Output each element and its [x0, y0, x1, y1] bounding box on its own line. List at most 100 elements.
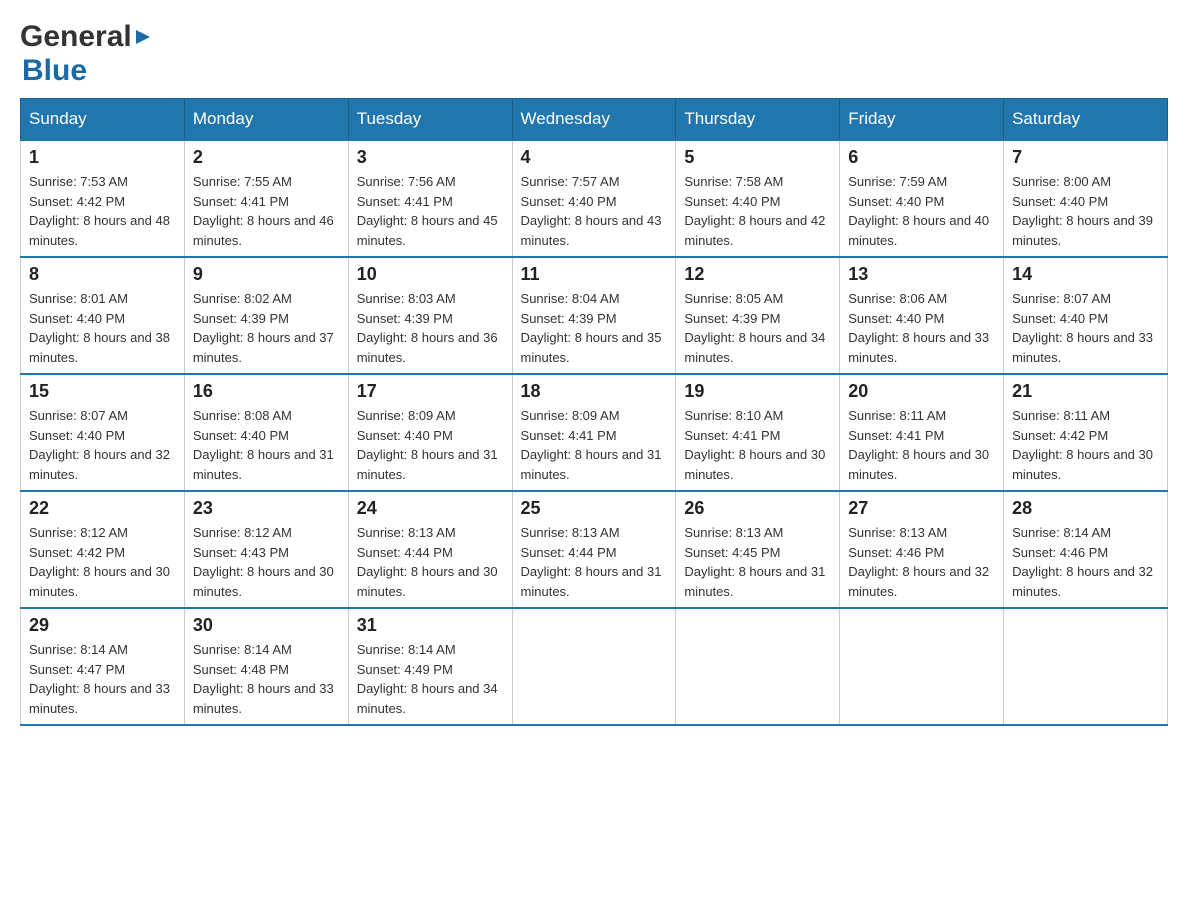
- page-header: General Blue: [20, 20, 1168, 88]
- day-number: 21: [1012, 381, 1159, 402]
- day-info: Sunrise: 7:58 AMSunset: 4:40 PMDaylight:…: [684, 174, 825, 248]
- day-number: 7: [1012, 147, 1159, 168]
- calendar-cell: 24 Sunrise: 8:13 AMSunset: 4:44 PMDaylig…: [348, 491, 512, 608]
- day-info: Sunrise: 8:14 AMSunset: 4:47 PMDaylight:…: [29, 642, 170, 716]
- day-number: 20: [848, 381, 995, 402]
- day-number: 11: [521, 264, 668, 285]
- day-info: Sunrise: 8:02 AMSunset: 4:39 PMDaylight:…: [193, 291, 334, 365]
- week-row-1: 1 Sunrise: 7:53 AMSunset: 4:42 PMDayligh…: [21, 140, 1168, 257]
- day-number: 27: [848, 498, 995, 519]
- day-info: Sunrise: 8:01 AMSunset: 4:40 PMDaylight:…: [29, 291, 170, 365]
- calendar-cell: 23 Sunrise: 8:12 AMSunset: 4:43 PMDaylig…: [184, 491, 348, 608]
- day-info: Sunrise: 8:13 AMSunset: 4:46 PMDaylight:…: [848, 525, 989, 599]
- day-info: Sunrise: 8:10 AMSunset: 4:41 PMDaylight:…: [684, 408, 825, 482]
- calendar-cell: 18 Sunrise: 8:09 AMSunset: 4:41 PMDaylig…: [512, 374, 676, 491]
- day-info: Sunrise: 8:00 AMSunset: 4:40 PMDaylight:…: [1012, 174, 1153, 248]
- calendar-cell: 12 Sunrise: 8:05 AMSunset: 4:39 PMDaylig…: [676, 257, 840, 374]
- day-info: Sunrise: 8:09 AMSunset: 4:40 PMDaylight:…: [357, 408, 498, 482]
- day-info: Sunrise: 7:57 AMSunset: 4:40 PMDaylight:…: [521, 174, 662, 248]
- day-number: 9: [193, 264, 340, 285]
- calendar-cell: 8 Sunrise: 8:01 AMSunset: 4:40 PMDayligh…: [21, 257, 185, 374]
- day-number: 15: [29, 381, 176, 402]
- calendar-cell: [1004, 608, 1168, 725]
- calendar-cell: 10 Sunrise: 8:03 AMSunset: 4:39 PMDaylig…: [348, 257, 512, 374]
- calendar-cell: [512, 608, 676, 725]
- day-number: 4: [521, 147, 668, 168]
- calendar-cell: 25 Sunrise: 8:13 AMSunset: 4:44 PMDaylig…: [512, 491, 676, 608]
- day-info: Sunrise: 8:07 AMSunset: 4:40 PMDaylight:…: [1012, 291, 1153, 365]
- day-info: Sunrise: 8:03 AMSunset: 4:39 PMDaylight:…: [357, 291, 498, 365]
- calendar-cell: 5 Sunrise: 7:58 AMSunset: 4:40 PMDayligh…: [676, 140, 840, 257]
- day-number: 16: [193, 381, 340, 402]
- day-number: 10: [357, 264, 504, 285]
- calendar-cell: 4 Sunrise: 7:57 AMSunset: 4:40 PMDayligh…: [512, 140, 676, 257]
- day-info: Sunrise: 7:59 AMSunset: 4:40 PMDaylight:…: [848, 174, 989, 248]
- day-info: Sunrise: 8:12 AMSunset: 4:43 PMDaylight:…: [193, 525, 334, 599]
- calendar-cell: 19 Sunrise: 8:10 AMSunset: 4:41 PMDaylig…: [676, 374, 840, 491]
- calendar-cell: 7 Sunrise: 8:00 AMSunset: 4:40 PMDayligh…: [1004, 140, 1168, 257]
- calendar-cell: 31 Sunrise: 8:14 AMSunset: 4:49 PMDaylig…: [348, 608, 512, 725]
- calendar-cell: 16 Sunrise: 8:08 AMSunset: 4:40 PMDaylig…: [184, 374, 348, 491]
- day-info: Sunrise: 8:07 AMSunset: 4:40 PMDaylight:…: [29, 408, 170, 482]
- calendar-cell: 1 Sunrise: 7:53 AMSunset: 4:42 PMDayligh…: [21, 140, 185, 257]
- day-number: 2: [193, 147, 340, 168]
- day-number: 17: [357, 381, 504, 402]
- calendar-cell: 6 Sunrise: 7:59 AMSunset: 4:40 PMDayligh…: [840, 140, 1004, 257]
- day-number: 18: [521, 381, 668, 402]
- weekday-header-monday: Monday: [184, 99, 348, 141]
- calendar-cell: 14 Sunrise: 8:07 AMSunset: 4:40 PMDaylig…: [1004, 257, 1168, 374]
- calendar-cell: 9 Sunrise: 8:02 AMSunset: 4:39 PMDayligh…: [184, 257, 348, 374]
- day-info: Sunrise: 8:04 AMSunset: 4:39 PMDaylight:…: [521, 291, 662, 365]
- calendar-cell: [676, 608, 840, 725]
- logo: General Blue: [20, 20, 152, 88]
- calendar-cell: 29 Sunrise: 8:14 AMSunset: 4:47 PMDaylig…: [21, 608, 185, 725]
- day-number: 3: [357, 147, 504, 168]
- day-info: Sunrise: 8:13 AMSunset: 4:44 PMDaylight:…: [357, 525, 498, 599]
- day-number: 26: [684, 498, 831, 519]
- day-info: Sunrise: 8:14 AMSunset: 4:48 PMDaylight:…: [193, 642, 334, 716]
- logo-arrow-icon: [134, 28, 152, 46]
- day-info: Sunrise: 8:06 AMSunset: 4:40 PMDaylight:…: [848, 291, 989, 365]
- calendar-table: SundayMondayTuesdayWednesdayThursdayFrid…: [20, 98, 1168, 726]
- calendar-cell: 15 Sunrise: 8:07 AMSunset: 4:40 PMDaylig…: [21, 374, 185, 491]
- calendar-cell: 26 Sunrise: 8:13 AMSunset: 4:45 PMDaylig…: [676, 491, 840, 608]
- day-number: 19: [684, 381, 831, 402]
- calendar-cell: 30 Sunrise: 8:14 AMSunset: 4:48 PMDaylig…: [184, 608, 348, 725]
- calendar-cell: 22 Sunrise: 8:12 AMSunset: 4:42 PMDaylig…: [21, 491, 185, 608]
- weekday-header-thursday: Thursday: [676, 99, 840, 141]
- day-info: Sunrise: 8:05 AMSunset: 4:39 PMDaylight:…: [684, 291, 825, 365]
- day-number: 8: [29, 264, 176, 285]
- day-number: 14: [1012, 264, 1159, 285]
- day-number: 31: [357, 615, 504, 636]
- weekday-header-wednesday: Wednesday: [512, 99, 676, 141]
- weekday-header-saturday: Saturday: [1004, 99, 1168, 141]
- day-number: 12: [684, 264, 831, 285]
- calendar-cell: 13 Sunrise: 8:06 AMSunset: 4:40 PMDaylig…: [840, 257, 1004, 374]
- calendar-cell: 20 Sunrise: 8:11 AMSunset: 4:41 PMDaylig…: [840, 374, 1004, 491]
- calendar-cell: 2 Sunrise: 7:55 AMSunset: 4:41 PMDayligh…: [184, 140, 348, 257]
- week-row-2: 8 Sunrise: 8:01 AMSunset: 4:40 PMDayligh…: [21, 257, 1168, 374]
- day-info: Sunrise: 8:11 AMSunset: 4:41 PMDaylight:…: [848, 408, 989, 482]
- day-info: Sunrise: 7:56 AMSunset: 4:41 PMDaylight:…: [357, 174, 498, 248]
- day-number: 29: [29, 615, 176, 636]
- day-number: 28: [1012, 498, 1159, 519]
- day-info: Sunrise: 7:55 AMSunset: 4:41 PMDaylight:…: [193, 174, 334, 248]
- day-number: 24: [357, 498, 504, 519]
- weekday-header-sunday: Sunday: [21, 99, 185, 141]
- week-row-4: 22 Sunrise: 8:12 AMSunset: 4:42 PMDaylig…: [21, 491, 1168, 608]
- day-number: 23: [193, 498, 340, 519]
- week-row-5: 29 Sunrise: 8:14 AMSunset: 4:47 PMDaylig…: [21, 608, 1168, 725]
- weekday-header-friday: Friday: [840, 99, 1004, 141]
- day-number: 6: [848, 147, 995, 168]
- day-info: Sunrise: 8:11 AMSunset: 4:42 PMDaylight:…: [1012, 408, 1153, 482]
- logo-general-text: General: [20, 20, 132, 54]
- day-number: 22: [29, 498, 176, 519]
- day-number: 1: [29, 147, 176, 168]
- day-info: Sunrise: 8:14 AMSunset: 4:46 PMDaylight:…: [1012, 525, 1153, 599]
- calendar-cell: [840, 608, 1004, 725]
- day-info: Sunrise: 8:12 AMSunset: 4:42 PMDaylight:…: [29, 525, 170, 599]
- logo-blue-text: Blue: [22, 54, 87, 87]
- weekday-header-tuesday: Tuesday: [348, 99, 512, 141]
- day-number: 13: [848, 264, 995, 285]
- day-info: Sunrise: 8:13 AMSunset: 4:45 PMDaylight:…: [684, 525, 825, 599]
